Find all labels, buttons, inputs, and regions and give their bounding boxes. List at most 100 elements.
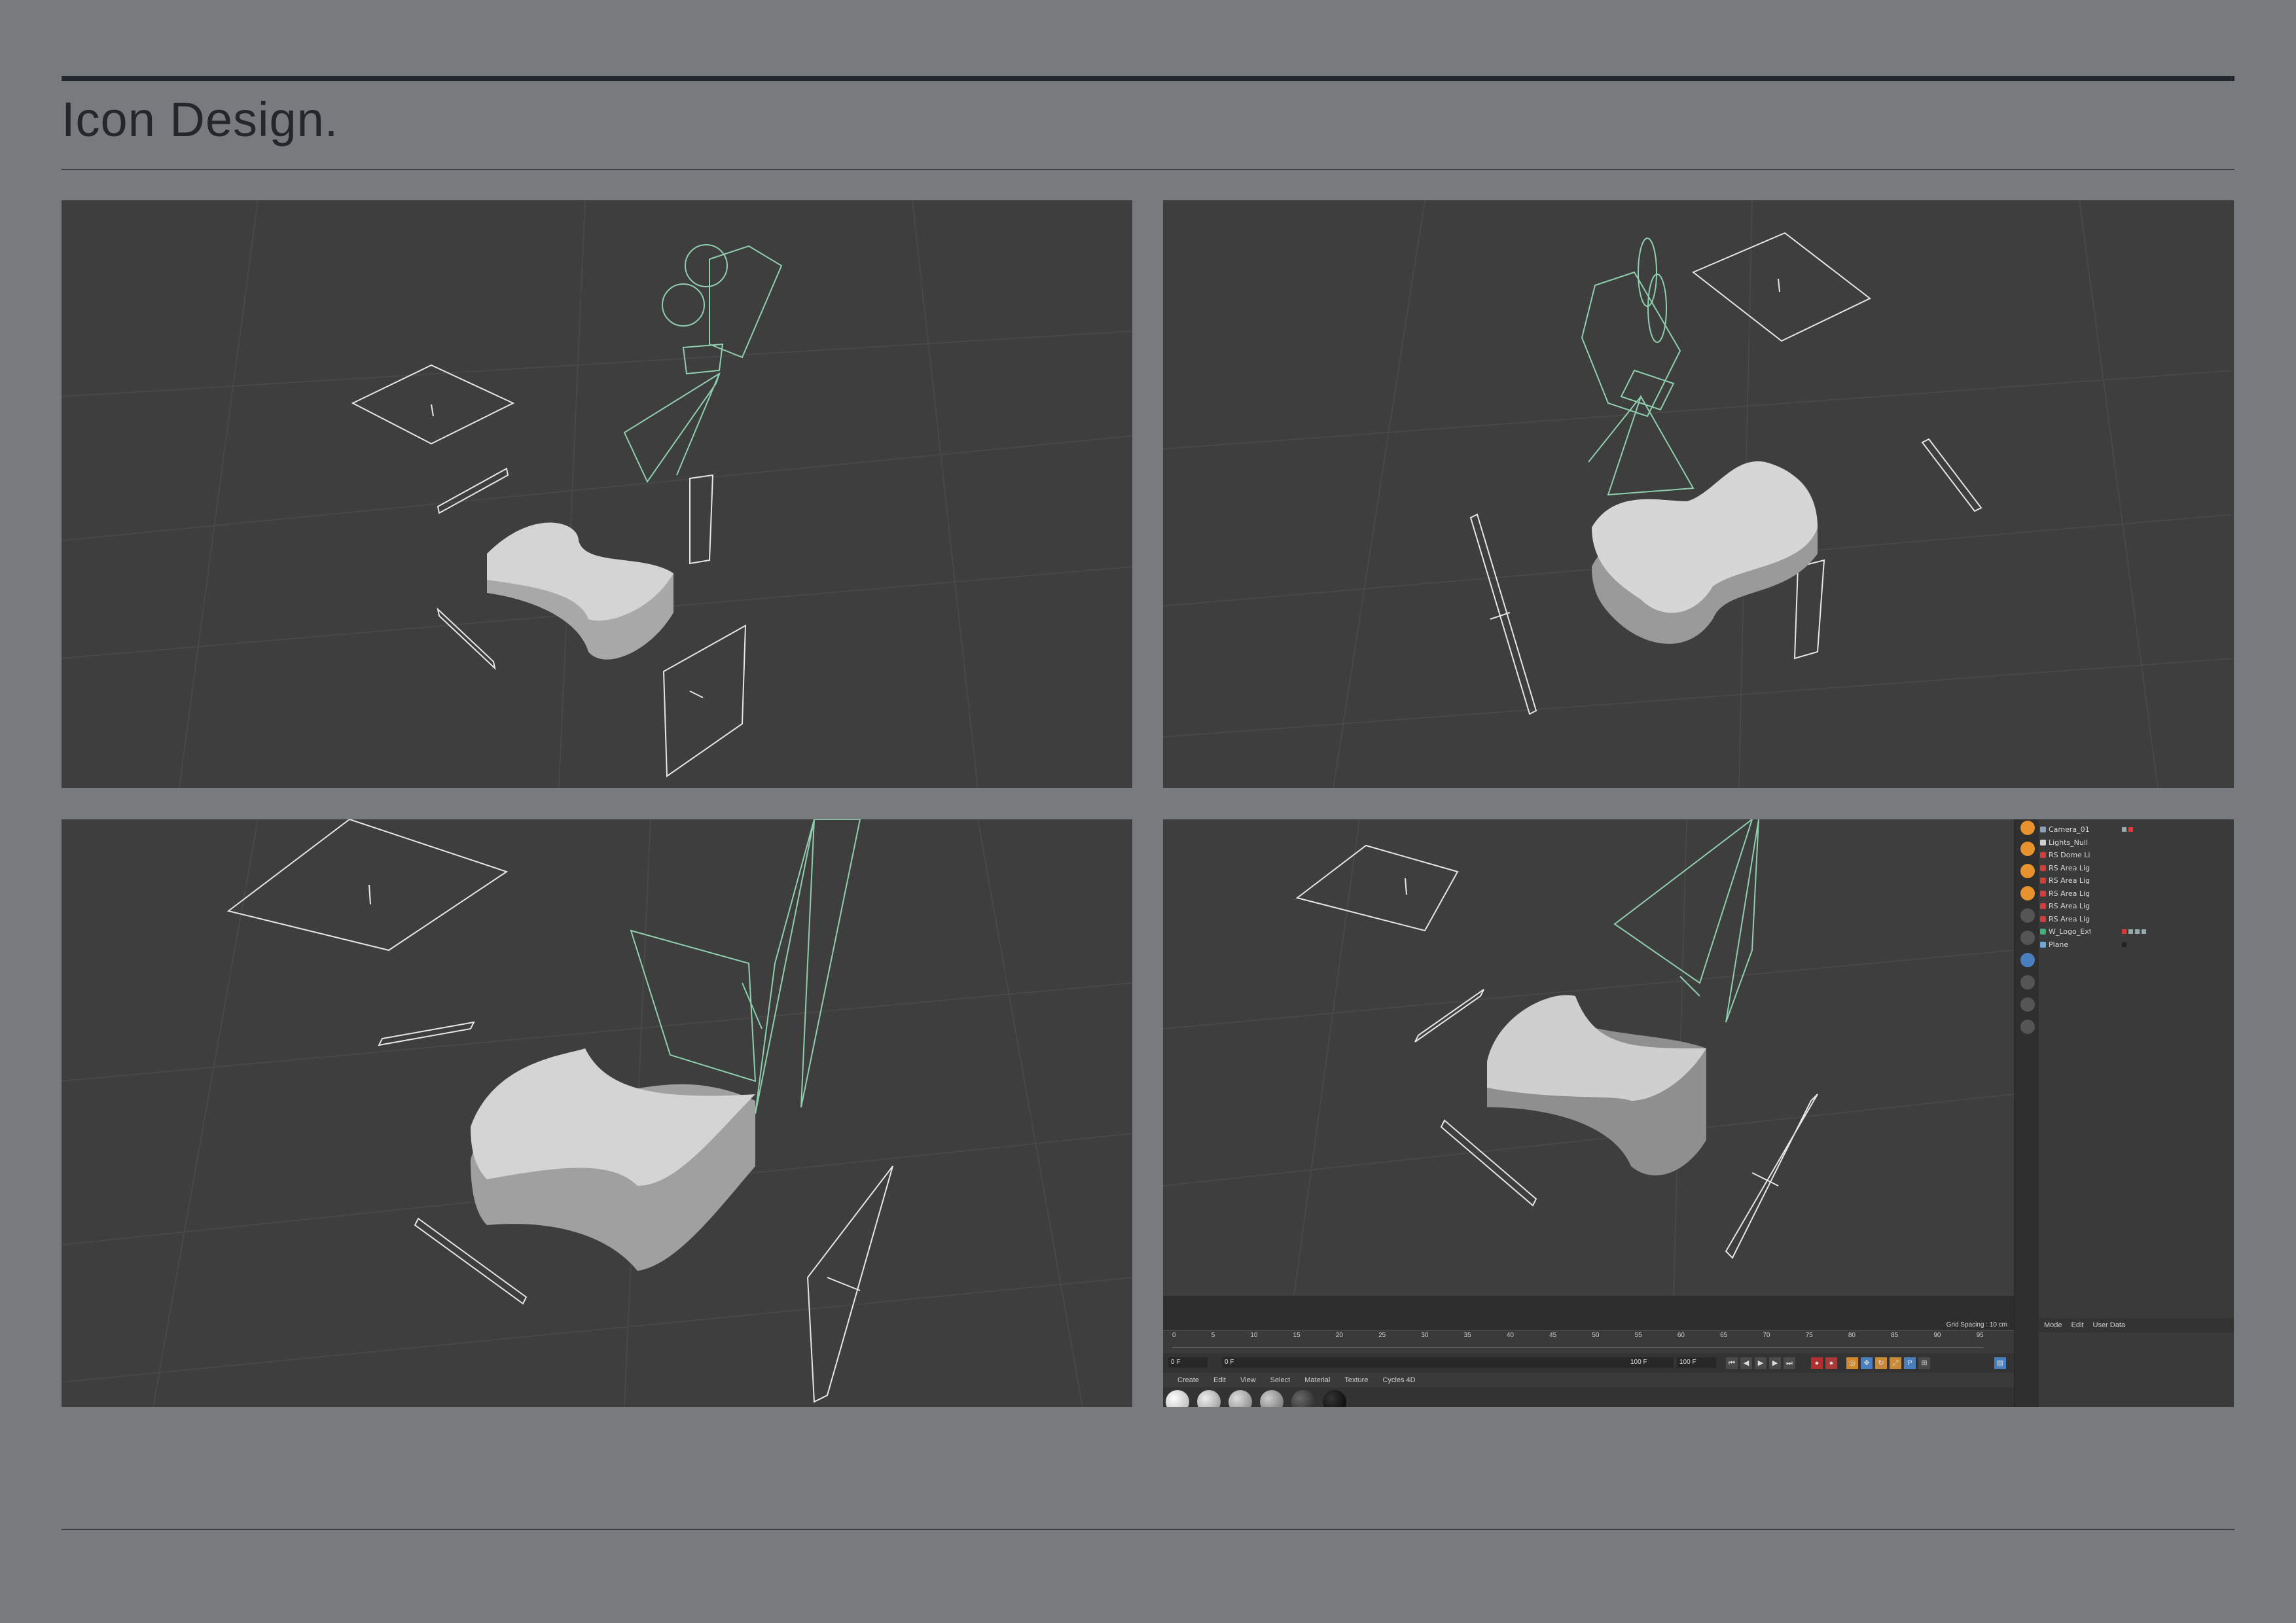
autokey-button[interactable]: ● [1825,1357,1837,1369]
menu-item-user-data[interactable]: User Data [2093,1321,2126,1329]
grid-spacing-label: Grid Spacing : 10 cm [1946,1321,2007,1329]
keyframe-button[interactable]: ◎ [1846,1357,1858,1369]
menu-item-mode[interactable]: Mode [2044,1321,2062,1329]
timeline-tick: 5 [1211,1332,1215,1339]
material-swatch[interactable] [1323,1390,1346,1407]
tool-icon[interactable] [2020,886,2035,901]
plane-icon [2040,941,2046,948]
scene-1 [62,200,1132,788]
tool-palette [2015,819,2039,1407]
scene-3 [62,819,1132,1407]
tool-icon[interactable] [2020,842,2035,856]
timeline-tick: 45 [1549,1332,1557,1339]
object-row[interactable]: Lights_Null [2040,836,2234,849]
next-frame-button[interactable]: ▶ [1769,1357,1781,1369]
camera-wireframe [630,819,861,1115]
menu-item-select[interactable]: Select [1270,1376,1291,1384]
hourglass-shape [471,1048,755,1271]
tool-icon[interactable] [2020,821,2035,835]
light-icon [2040,865,2046,871]
go-to-start-button[interactable]: ⏮ [1726,1357,1738,1369]
object-row[interactable]: RS Area Light [2040,862,2234,875]
timeline-tick: 75 [1805,1332,1813,1339]
menu-item-view[interactable]: View [1240,1376,1256,1384]
light-icon [2040,878,2046,884]
grid-key-button[interactable]: ⊞ [1918,1357,1930,1369]
material-swatch[interactable] [1260,1390,1283,1407]
tool-icon[interactable] [2020,975,2035,990]
timeline-tick: 60 [1677,1332,1685,1339]
material-swatches [1163,1387,2014,1407]
play-button[interactable]: ▶ [1755,1357,1767,1369]
material-swatch[interactable] [1166,1390,1189,1407]
tool-icon[interactable] [2020,997,2035,1012]
timeline-tick: 40 [1506,1332,1514,1339]
menu-item-texture[interactable]: Texture [1344,1376,1368,1384]
timeline-tick: 30 [1421,1332,1429,1339]
title-divider [62,169,2234,170]
scale-key-button[interactable]: ⤢ [1890,1357,1901,1369]
bottom-rule [62,1529,2234,1530]
playback-bar: 0 F 0 F 100 F 100 F ⏮ ◀ ▶ ▶ ⏭ ● ● ◎ ✥ ↻ … [1163,1353,2014,1373]
material-swatch[interactable] [1291,1390,1315,1407]
max-frame-field[interactable]: 100 F [1677,1357,1716,1368]
material-swatch[interactable] [1229,1390,1252,1407]
scene-4 [1163,819,2014,1296]
menu-item-material[interactable]: Material [1304,1376,1330,1384]
film-icon[interactable]: ▤ [1994,1357,2006,1369]
object-row[interactable]: RS Area Light3 [2040,900,2234,913]
object-row[interactable]: Plane [2040,938,2234,952]
timeline-tick: 15 [1293,1332,1300,1339]
area-lights [1469,232,1982,715]
viewport-panel-4[interactable]: Grid Spacing : 10 cm 0 5 10 15 20 25 30 … [1163,819,2234,1407]
prev-frame-button[interactable]: ◀ [1740,1357,1752,1369]
go-to-end-button[interactable]: ⏭ [1784,1357,1795,1369]
viewport-panel-2[interactable] [1163,200,2234,788]
viewport-panel-1[interactable] [62,200,1132,788]
tool-icon[interactable] [2020,953,2035,967]
object-row[interactable]: RS Area Light4 [2040,913,2234,926]
param-key-button[interactable]: P [1904,1357,1916,1369]
tool-icon[interactable] [2020,908,2035,923]
tool-icon[interactable] [2020,864,2035,878]
hourglass-shape [1487,995,1706,1176]
menu-item-create[interactable]: Create [1177,1376,1199,1384]
timeline-tick: 55 [1634,1332,1642,1339]
material-menu: Create Edit View Select Material Texture… [1163,1373,2014,1387]
move-key-button[interactable]: ✥ [1861,1357,1873,1369]
hourglass-shape [487,522,673,660]
material-swatch[interactable] [1197,1390,1221,1407]
timeline-tick: 85 [1891,1332,1899,1339]
end-frame-field[interactable]: 100 F [1628,1357,1674,1368]
menu-item-cycles4d[interactable]: Cycles 4D [1382,1376,1415,1384]
light-icon [2040,903,2046,910]
timeline-tick: 95 [1976,1332,1984,1339]
timeline-tick: 20 [1335,1332,1343,1339]
extrude-icon [2040,929,2046,935]
tool-icon[interactable] [2020,931,2035,945]
record-button[interactable]: ● [1811,1357,1823,1369]
object-row[interactable]: RS Dome Light [2040,849,2234,862]
start-frame-field[interactable]: 0 F [1168,1357,1208,1368]
camera-icon [2040,827,2046,833]
light-icon [2040,852,2046,859]
object-row[interactable]: RS Area Light2 [2040,874,2234,887]
tool-icon[interactable] [2020,1020,2035,1034]
null-icon [2040,839,2046,846]
timeline-tick: 80 [1848,1332,1856,1339]
menu-item-edit[interactable]: Edit [1213,1376,1226,1384]
menu-item-edit[interactable]: Edit [2072,1321,2084,1329]
object-row[interactable]: Camera_01 [2040,823,2234,836]
light-icon [2040,890,2046,897]
viewport-panel-3[interactable] [62,819,1132,1407]
object-row[interactable]: RS Area Light1 [2040,887,2234,901]
timeline-ruler[interactable] [1172,1341,1984,1348]
rotate-key-button[interactable]: ↻ [1875,1357,1887,1369]
timeline[interactable]: 0 5 10 15 20 25 30 35 40 45 50 55 60 65 … [1163,1330,2014,1354]
hourglass-shape [1592,461,1818,644]
camera-wireframe [623,244,783,483]
object-row[interactable]: W_Logo_Extrude [2040,925,2234,938]
page-title: Icon Design. [62,92,339,147]
light-icon [2040,916,2046,922]
current-frame-field[interactable]: 0 F [1222,1357,1628,1368]
